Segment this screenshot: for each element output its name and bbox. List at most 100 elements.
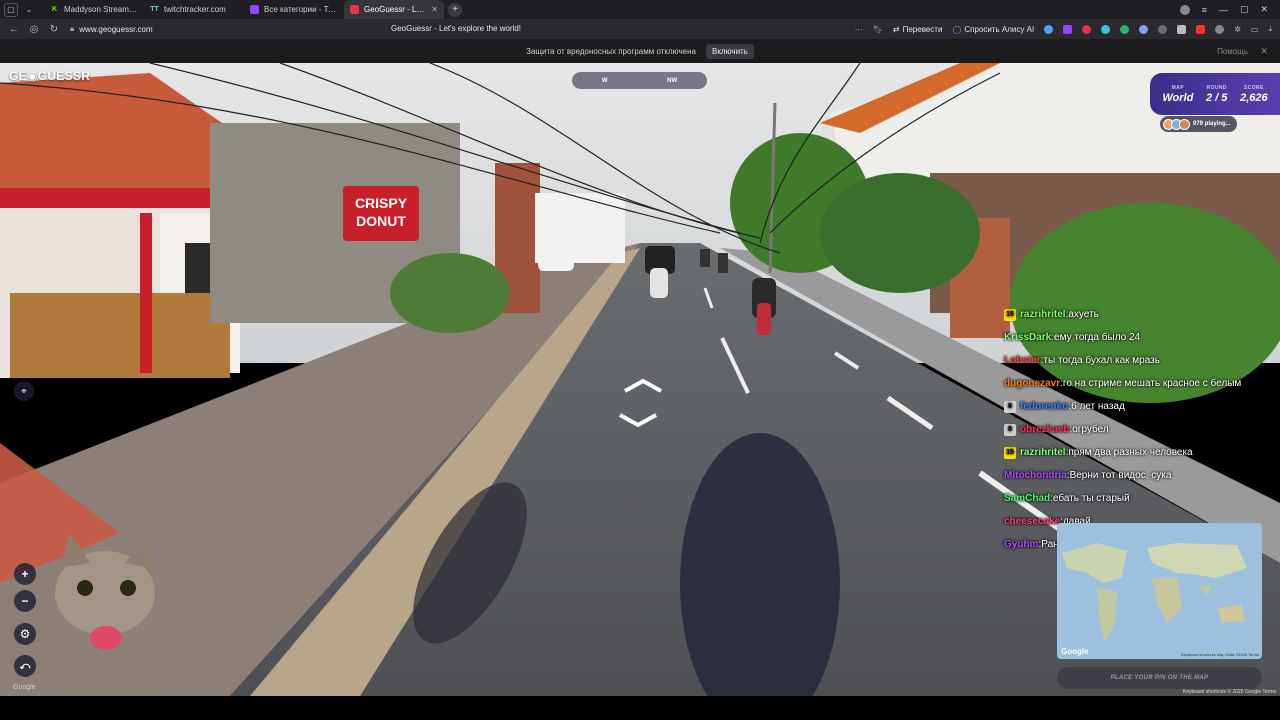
url-field[interactable]: 🔒︎ www.geoguessr.com <box>70 24 153 34</box>
tab-strip: K Maddyson Stream - Watch TT twitchtracker.… <box>44 0 444 19</box>
chat-username: Gyuhm <box>1004 539 1039 550</box>
alice-label: Спросить Алису AI <box>964 24 1035 34</box>
sidebar-icon[interactable]: ▭ <box>1251 25 1259 34</box>
tab-favicon-icon: K <box>51 6 58 13</box>
alice-icon: ◯ <box>952 24 962 34</box>
browser-tab[interactable]: K Maddyson Stream - Watch <box>44 0 144 19</box>
round-value: 2 / 5 <box>1206 91 1228 104</box>
lock-icon: 🔒︎ <box>70 24 75 33</box>
zoom-out-button[interactable]: − <box>14 590 36 612</box>
puzzle-icon[interactable]: ✲ <box>1234 25 1241 34</box>
close-infobar-icon[interactable]: ✕ <box>1260 46 1268 57</box>
zoom-in-button[interactable]: + <box>14 563 36 585</box>
help-link[interactable]: Помощь <box>1217 47 1248 56</box>
reload-icon[interactable]: ↻ <box>48 24 60 35</box>
browser-tab[interactable]: GeoGuessr - Let's explo✕ <box>344 0 444 19</box>
legal-footer: Keyboard shortcuts © 2026 Google Terms <box>1182 689 1276 695</box>
map-value: World <box>1162 91 1194 104</box>
sub-badge-icon: 15 <box>1004 308 1016 321</box>
extension-icon[interactable] <box>1177 24 1187 34</box>
tab-favicon-icon <box>250 5 259 14</box>
compass-heading: W <box>601 77 608 84</box>
chat-text: ты тогда бухал как мразь <box>1043 355 1160 366</box>
security-infobar: Защита от вредоносных программ отключена… <box>0 39 1280 63</box>
compass-bar: W NW <box>572 72 707 89</box>
score-info: SCORE 2,626 <box>1240 85 1268 104</box>
tab-label: GeoGuessr - Let's explo <box>364 5 428 14</box>
page-title: GeoGuessr - Let's explore the world! <box>391 24 522 33</box>
chat-message: SamChad: ебать ты старый <box>1004 487 1280 510</box>
download-icon[interactable]: ⤓ <box>1268 24 1272 34</box>
chat-message: Lobster: ты тогда бухал как мразь <box>1004 349 1280 372</box>
world-map <box>1057 523 1262 659</box>
chat-username: razrihritel <box>1020 447 1066 458</box>
maximize-button[interactable]: ▢ <box>1240 4 1249 15</box>
profile-avatar[interactable] <box>1179 4 1190 15</box>
chat-username: Mitochondria <box>1004 470 1067 481</box>
map-key: MAP <box>1171 84 1184 91</box>
browser-tab[interactable]: Все категории - Twitch <box>244 0 344 19</box>
google-watermark: Google <box>13 684 36 691</box>
bookmark-icon[interactable]: 🔖︎ <box>873 25 883 34</box>
chat-message: Mitochondria: Верни тот видос, сука <box>1004 464 1280 487</box>
extension-icon[interactable] <box>1158 24 1168 34</box>
settings-gear-icon[interactable]: ⚙︎ <box>14 623 36 645</box>
chat-username: Lobster <box>1004 355 1041 366</box>
tab-menu-icon[interactable]: ▢ <box>4 2 18 17</box>
chat-text: го на стриме мешать красное с белым <box>1062 378 1242 389</box>
sub-badge-icon: 15 <box>1004 446 1016 459</box>
players-online[interactable]: 979 playing... <box>1160 116 1237 132</box>
extension-icon[interactable] <box>1139 24 1149 34</box>
minimap-google-logo: Google <box>1061 647 1089 656</box>
chat-username: KrissDark <box>1004 332 1052 343</box>
chat-text: ахуеть <box>1068 309 1099 320</box>
browser-tab[interactable]: TT twitchtracker.com <box>144 0 244 19</box>
address-bar: ← ◎ ↻ 🔒︎ www.geoguessr.com GeoGuessr - L… <box>0 19 1280 39</box>
infobar-message: Защита от вредоносных программ отключена <box>526 46 696 56</box>
shield-icon[interactable]: ◎ <box>28 24 40 35</box>
extension-icon[interactable] <box>1063 24 1073 34</box>
sub-badge-icon: 8 <box>1004 423 1016 436</box>
url-text: www.geoguessr.com <box>79 24 153 34</box>
avatar <box>1179 118 1190 130</box>
menu-icon[interactable]: ≡ <box>1202 5 1207 15</box>
minimize-button[interactable]: — <box>1219 5 1228 15</box>
window-controls: ≡ — ▢ ✕ <box>1179 4 1280 15</box>
chat-username: obrezkaeb <box>1020 424 1070 435</box>
chat-text: огрубел <box>1072 424 1109 435</box>
chat-message: KrissDark: ему тогда было 24 <box>1004 326 1280 349</box>
extension-icon[interactable] <box>1082 24 1092 34</box>
round-key: ROUND <box>1206 84 1227 91</box>
guess-button[interactable]: PLACE YOUR PIN ON THE MAP <box>1057 667 1262 689</box>
chat-username: cheesecake <box>1004 516 1061 527</box>
tab-bar: ▢ ⌄ K Maddyson Stream - Watch TT twitchtrac… <box>0 0 1280 19</box>
alice-button[interactable]: ◯ Спросить Алису AI <box>952 25 1034 34</box>
close-tab-icon[interactable]: ✕ <box>427 5 438 14</box>
extension-icon[interactable] <box>1120 24 1130 34</box>
extension-icon[interactable] <box>1215 24 1225 34</box>
address-actions: ··· 🔖︎ ⇄ Перевести ◯ Спросить Алису AI ✲… <box>855 24 1280 34</box>
translate-icon: ⇄ <box>892 24 900 34</box>
return-to-start-icon[interactable]: ⌖ <box>14 381 34 401</box>
close-window-button[interactable]: ✕ <box>1260 4 1268 15</box>
undo-move-icon[interactable]: ⤺ <box>14 655 36 677</box>
tab-list-chevron-icon[interactable]: ⌄ <box>22 3 36 17</box>
chat-text: прям два разных человека <box>1068 447 1193 458</box>
guess-minimap[interactable]: Google Keyboard shortcuts Map Data ©2026… <box>1057 523 1262 659</box>
more-icon[interactable]: ··· <box>855 25 863 34</box>
chat-username: fedorenko <box>1020 401 1069 412</box>
back-icon[interactable]: ← <box>8 24 20 35</box>
extension-icon[interactable] <box>1044 24 1054 34</box>
translate-button[interactable]: ⇄ Перевести <box>893 25 943 34</box>
map-info: MAP World <box>1162 85 1193 104</box>
score-value: 2,626 <box>1240 91 1268 104</box>
extension-icon[interactable] <box>1196 24 1206 34</box>
enable-protection-button[interactable]: Включить <box>705 43 754 59</box>
street-view-panorama[interactable]: CRISPY DONUT GE◉GUESSR W NW MAP World RO… <box>0 63 1280 696</box>
geoguessr-logo: GE◉GUESSR <box>9 69 91 83</box>
chat-text: ему тогда было 24 <box>1054 332 1141 343</box>
new-tab-button[interactable]: + <box>448 2 462 17</box>
game-status-panel: MAP World ROUND 2 / 5 SCORE 2,626 <box>1150 73 1280 115</box>
extension-icon[interactable] <box>1101 24 1111 34</box>
score-key: SCORE <box>1243 84 1264 91</box>
